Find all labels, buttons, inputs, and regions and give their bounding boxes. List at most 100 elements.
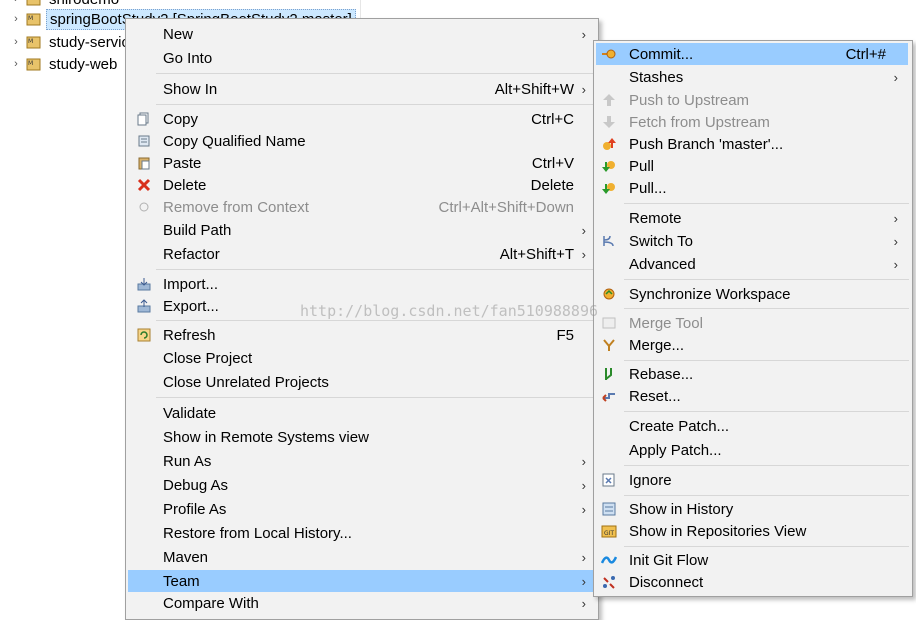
- team-ignore-menu-item[interactable]: Ignore: [596, 469, 908, 491]
- maven-project-icon: M: [26, 0, 42, 7]
- synchronize-icon: [601, 286, 617, 302]
- ctx-new-menu-item[interactable]: New ›: [128, 23, 594, 45]
- ctx-close-unrelated-projects-menu-item[interactable]: Close Unrelated Projects: [128, 371, 594, 393]
- ctx-debug-as-menu-item[interactable]: Debug As ›: [128, 474, 594, 496]
- repositories-view-icon: GIT: [601, 523, 617, 539]
- team-disconnect-menu-item[interactable]: Disconnect: [596, 571, 908, 593]
- export-icon: [136, 298, 152, 314]
- menu-separator: [624, 495, 909, 496]
- shortcut-label: Delete: [530, 176, 574, 194]
- ctx-copy-menu-item[interactable]: Copy Ctrl+C: [128, 108, 594, 130]
- ctx-remove-from-context-menu-item[interactable]: Remove from Context Ctrl+Alt+Shift+Down: [128, 196, 594, 218]
- menu-item-label: Commit...: [629, 45, 694, 63]
- menu-item-label: Show in History: [629, 500, 734, 518]
- ctx-close-project-menu-item[interactable]: Close Project: [128, 347, 594, 369]
- team-pull-menu-item[interactable]: Pull...: [596, 177, 908, 199]
- context-menu: New › Go Into Show In Alt+Shift+W › Copy Ctrl+C…: [125, 18, 599, 620]
- submenu-arrow-icon: ›: [581, 549, 586, 565]
- team-commit-menu-item[interactable]: Commit... Ctrl+#: [596, 43, 908, 65]
- submenu-arrow-icon: ›: [581, 246, 586, 262]
- team-synchronize-workspace-menu-item[interactable]: Synchronize Workspace: [596, 283, 908, 305]
- svg-text:M: M: [28, 60, 33, 67]
- push-branch-icon: [601, 136, 617, 152]
- submenu-arrow-icon: ›: [581, 81, 586, 97]
- team-stashes-menu-item[interactable]: Stashes ›: [596, 66, 908, 88]
- menu-item-label: Delete: [163, 176, 207, 194]
- team-pull-menu-item[interactable]: Pull: [596, 155, 908, 177]
- menu-item-label: Run As: [163, 452, 212, 470]
- team-merge-menu-item[interactable]: Merge...: [596, 334, 908, 356]
- team-show-in-repositories-view-menu-item[interactable]: GIT Show in Repositories View: [596, 520, 908, 542]
- menu-item-label: New: [163, 25, 194, 43]
- team-rebase-menu-item[interactable]: Rebase...: [596, 363, 908, 385]
- tree-item-study-web[interactable]: › M study-web: [0, 53, 120, 75]
- ctx-export-menu-item[interactable]: Export...: [128, 295, 594, 317]
- ctx-delete-menu-item[interactable]: Delete Delete: [128, 174, 594, 196]
- ctx-compare-with-menu-item[interactable]: Compare With ›: [128, 592, 594, 614]
- tree-item-label: study-web: [49, 55, 118, 73]
- menu-item-label: Close Unrelated Projects: [163, 373, 329, 391]
- ctx-validate-menu-item[interactable]: Validate: [128, 402, 594, 424]
- ctx-show-in-remote-systems-view-menu-item[interactable]: Show in Remote Systems view: [128, 426, 594, 448]
- menu-item-label: Rebase...: [629, 365, 694, 383]
- ctx-run-as-menu-item[interactable]: Run As ›: [128, 450, 594, 472]
- ctx-build-path-menu-item[interactable]: Build Path ›: [128, 219, 594, 241]
- ctx-copy-qualified-name-menu-item[interactable]: Copy Qualified Name: [128, 130, 594, 152]
- ctx-restore-from-local-history-menu-item[interactable]: Restore from Local History...: [128, 522, 594, 544]
- ctx-team-menu-item[interactable]: Team ›: [128, 570, 594, 592]
- ctx-paste-menu-item[interactable]: Paste Ctrl+V: [128, 152, 594, 174]
- menu-item-label: Restore from Local History...: [163, 524, 352, 542]
- team-init-git-flow-menu-item[interactable]: Init Git Flow: [596, 549, 908, 571]
- team-create-patch-menu-item[interactable]: Create Patch...: [596, 415, 908, 437]
- maven-project-icon: M: [26, 56, 42, 72]
- ctx-show-in-menu-item[interactable]: Show In Alt+Shift+W ›: [128, 78, 594, 100]
- menu-item-label: Fetch from Upstream: [629, 113, 770, 131]
- reset-icon: [601, 388, 617, 404]
- team-merge-tool-menu-item[interactable]: Merge Tool: [596, 312, 908, 334]
- expand-arrow-icon[interactable]: ›: [8, 0, 24, 5]
- team-push-to-upstream-menu-item[interactable]: Push to Upstream: [596, 89, 908, 111]
- menu-item-label: Remove from Context: [163, 198, 309, 216]
- team-reset-menu-item[interactable]: Reset...: [596, 385, 908, 407]
- ctx-refresh-menu-item[interactable]: Refresh F5: [128, 324, 594, 346]
- ctx-import-menu-item[interactable]: Import...: [128, 273, 594, 295]
- shortcut-label: Alt+Shift+T: [499, 245, 574, 263]
- team-show-in-history-menu-item[interactable]: Show in History: [596, 498, 908, 520]
- ctx-go-into-menu-item[interactable]: Go Into: [128, 47, 594, 69]
- shortcut-label: Ctrl+C: [531, 110, 574, 128]
- expand-arrow-icon[interactable]: ›: [8, 58, 24, 70]
- expand-arrow-icon[interactable]: ›: [8, 13, 24, 25]
- shortcut-label: Ctrl+Alt+Shift+Down: [438, 198, 574, 216]
- menu-item-label: Merge Tool: [629, 314, 703, 332]
- ctx-maven-menu-item[interactable]: Maven ›: [128, 546, 594, 568]
- svg-text:M: M: [28, 0, 33, 2]
- tree-item-study-service[interactable]: › M study-service: [0, 31, 140, 53]
- team-switch-to-menu-item[interactable]: Switch To ›: [596, 230, 908, 252]
- menu-item-label: Apply Patch...: [629, 441, 722, 459]
- menu-item-label: Init Git Flow: [629, 551, 709, 569]
- team-fetch-from-upstream-menu-item[interactable]: Fetch from Upstream: [596, 111, 908, 133]
- rebase-icon: [601, 366, 617, 382]
- submenu-arrow-icon: ›: [581, 477, 586, 493]
- ctx-profile-as-menu-item[interactable]: Profile As ›: [128, 498, 594, 520]
- disconnect-icon: [601, 574, 617, 590]
- expand-arrow-icon[interactable]: ›: [8, 36, 24, 48]
- ctx-refactor-menu-item[interactable]: Refactor Alt+Shift+T ›: [128, 243, 594, 265]
- team-apply-patch-menu-item[interactable]: Apply Patch...: [596, 439, 908, 461]
- menu-item-label: Reset...: [629, 387, 681, 405]
- push-to-upstream-icon: [601, 92, 617, 108]
- submenu-arrow-icon: ›: [581, 501, 586, 517]
- menu-item-label: Advanced: [629, 255, 696, 273]
- svg-text:M: M: [28, 38, 33, 45]
- shortcut-label: Ctrl+V: [531, 154, 574, 172]
- commit-icon: [601, 46, 617, 62]
- team-advanced-menu-item[interactable]: Advanced ›: [596, 253, 908, 275]
- submenu-arrow-icon: ›: [893, 233, 898, 249]
- team-submenu: Commit... Ctrl+# Stashes › Push to Upstream F…: [593, 40, 913, 597]
- submenu-arrow-icon: ›: [581, 595, 586, 611]
- menu-separator: [624, 203, 909, 204]
- team-remote-menu-item[interactable]: Remote ›: [596, 207, 908, 229]
- menu-item-label: Compare With: [163, 594, 259, 612]
- team-push-branch-master-menu-item[interactable]: Push Branch 'master'...: [596, 133, 908, 155]
- menu-item-label: Import...: [163, 275, 219, 293]
